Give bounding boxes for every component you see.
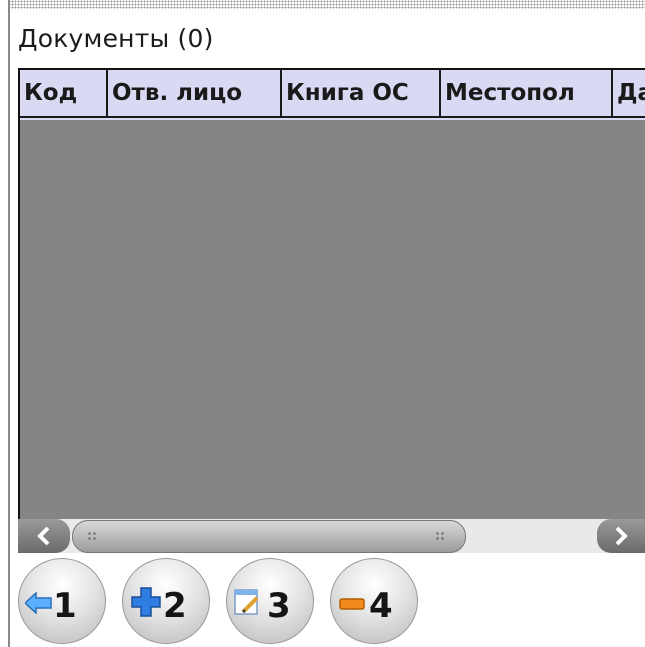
scroll-right-button[interactable] [597,519,645,553]
column-header-responsible[interactable]: Отв. лицо [108,70,282,118]
button-key-label: 2 [163,586,187,626]
back-button[interactable]: 1 [18,558,106,644]
back-arrow-icon [25,592,52,614]
column-header-asset-book[interactable]: Книга ОС [282,70,441,118]
page-title: Документы (0) [18,24,214,53]
column-header-date[interactable]: Да [613,70,645,118]
edit-document-icon [234,589,259,615]
horizontal-scrollbar[interactable] [18,519,645,553]
button-key-label: 3 [267,586,291,626]
add-button[interactable]: 2 [122,558,210,644]
top-dotted-border [8,0,645,9]
button-key-label: 4 [369,586,393,626]
column-header-location[interactable]: Местопол [441,70,613,118]
documents-table[interactable]: Код Отв. лицо Книга ОС Местопол Да [18,68,645,519]
column-header-code[interactable]: Код [20,70,108,118]
grip-icon [435,531,445,541]
chevron-left-icon [37,526,50,546]
edit-button[interactable]: 3 [226,558,314,644]
plus-icon [131,587,161,617]
scrollbar-thumb[interactable] [72,520,466,553]
grip-icon [87,531,97,541]
button-key-label: 1 [53,586,77,626]
delete-button[interactable]: 4 [330,558,418,644]
chevron-right-icon [615,526,628,546]
scroll-left-button[interactable] [18,519,70,553]
minus-icon [339,598,365,610]
table-header-row: Код Отв. лицо Книга ОС Местопол Да [20,70,645,120]
left-border [8,0,10,647]
